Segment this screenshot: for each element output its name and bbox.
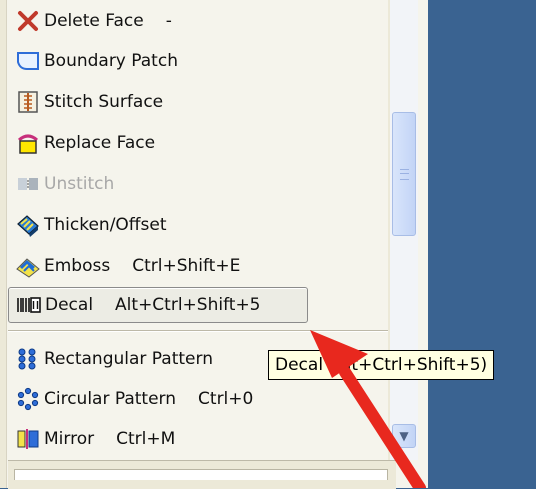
bottom-line	[14, 469, 388, 480]
circular-pattern-icon	[14, 385, 42, 413]
mirror-icon	[14, 425, 42, 453]
menu-item-label: Thicken/Offset	[44, 215, 167, 235]
menu-item-stitch-surface[interactable]: Stitch Surface	[8, 83, 386, 121]
menu-item-replace-face[interactable]: Replace Face	[8, 124, 386, 162]
rectangular-pattern-icon	[14, 345, 42, 373]
menu-item-thicken-offset[interactable]: Thicken/Offset	[8, 206, 386, 244]
unstitch-icon	[14, 170, 42, 198]
menu-left-edge	[0, 0, 7, 488]
boundary-patch-icon	[14, 47, 42, 75]
menu-item-shortcut: Alt+Ctrl+Shift+5	[115, 295, 261, 315]
scroll-down-button[interactable]: ▼	[392, 424, 416, 448]
menu-item-label: Stitch Surface	[44, 92, 164, 112]
menu-item-unstitch[interactable]: Unstitch	[8, 165, 386, 203]
desktop-background	[428, 0, 536, 488]
menu-item-delete-face[interactable]: Delete Face -	[8, 2, 386, 40]
context-menu: Delete Face - Boundary Patch Stitch Surf…	[0, 0, 428, 489]
replace-face-icon	[14, 129, 42, 157]
menu-item-label: Mirror	[44, 429, 95, 449]
delete-face-icon	[14, 7, 42, 35]
menu-item-label: Decal	[45, 295, 94, 315]
vertical-scrollbar[interactable]: ▼	[390, 0, 418, 460]
menu-item-mirror[interactable]: Mirror Ctrl+M	[8, 420, 386, 458]
menu-item-shortcut: Ctrl+0	[198, 389, 254, 409]
menu-item-shortcut: Ctrl+Shift+E	[132, 256, 241, 276]
menu-item-label: Circular Pattern	[44, 389, 177, 409]
scrollbar-thumb[interactable]	[392, 112, 416, 236]
tooltip-text: Decal (Alt+Ctrl+Shift+5)	[275, 355, 488, 375]
emboss-icon	[14, 252, 42, 280]
decal-icon	[15, 291, 43, 319]
menu-bottom-bar	[8, 460, 396, 489]
menu-item-label: Rectangular Pattern	[44, 349, 213, 369]
menu-item-emboss[interactable]: Emboss Ctrl+Shift+E	[8, 247, 386, 285]
menu-item-label: Emboss	[44, 256, 111, 276]
grip-icon	[400, 169, 409, 180]
chevron-down-icon: ▼	[399, 429, 409, 443]
menu-item-shortcut: Ctrl+M	[116, 429, 176, 449]
menu-item-label: Unstitch	[44, 174, 115, 194]
menu-item-shortcut: -	[165, 11, 172, 31]
menu-item-label: Replace Face	[44, 133, 156, 153]
tooltip: Decal (Alt+Ctrl+Shift+5)	[268, 350, 495, 380]
menu-item-boundary-patch[interactable]: Boundary Patch	[8, 42, 386, 80]
menu-item-decal[interactable]: Decal Alt+Ctrl+Shift+5	[8, 287, 308, 323]
stitch-surface-icon	[14, 88, 42, 116]
menu-separator	[8, 330, 388, 332]
menu-item-circular-pattern[interactable]: Circular Pattern Ctrl+0	[8, 380, 386, 418]
thicken-offset-icon	[14, 211, 42, 239]
menu-item-label: Delete Face	[44, 11, 144, 31]
menu-item-label: Boundary Patch	[44, 51, 178, 71]
